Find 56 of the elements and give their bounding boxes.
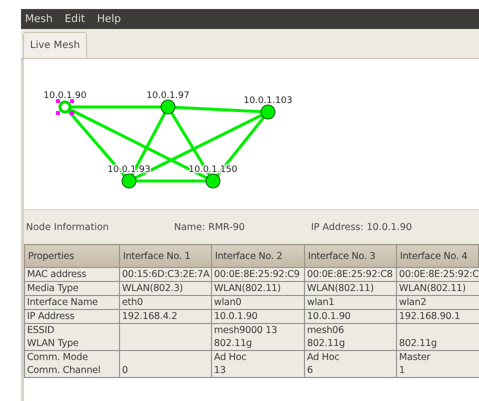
table-cell: 6 [304,364,396,378]
column-header[interactable]: Properties [24,244,120,268]
table-cell: WLAN(802.3) [120,282,212,296]
table-cell: Ad Hoc [304,350,396,364]
table-cell: 00:15:6D:C3:2E:7A [120,268,212,282]
node-name: Name: RMR-90 [173,222,246,232]
table-cell: Master [396,350,478,364]
table-cell: Media Type [24,282,120,296]
table-cell: wlan2 [396,296,478,310]
column-header[interactable]: Interface No. 2 [212,244,304,268]
table-cell: 10.0.1.90 [304,310,396,324]
tab[interactable]: Live Mesh [23,32,87,58]
node-ip-address: IP Address: 10.0.1.90 [310,222,413,232]
table-cell: Comm. Mode [24,350,120,364]
table-cell: IP Address [24,310,120,324]
menu-item[interactable]: Help [97,13,121,25]
network-node[interactable] [160,100,176,114]
table-cell: mesh06 [304,324,396,337]
table-cell: MAC address [24,268,120,282]
table-cell: WLAN(802.11) [212,282,304,296]
table-cell: 192.168.90.1 [396,310,478,324]
table-cell: 0 [120,364,212,378]
network-node[interactable] [56,99,74,115]
node-label: 10.0.1.90 [44,91,86,101]
table-cell: 13 [212,364,304,378]
table-cell: eth0 [120,296,212,310]
table-cell: 00:0E:8E:25:92:C8 [304,268,396,282]
menu-item[interactable]: Mesh [25,13,53,25]
table-cell: mesh9000 13 [212,324,304,337]
section-title: Node Information [25,222,110,232]
network-node[interactable] [206,174,220,188]
column-header[interactable]: Interface No. 1 [120,244,212,268]
table-cell: Interface Name [24,296,120,310]
table-cell: 00:0E:8E:25:92:C [396,268,478,282]
table-cell: wlan1 [304,296,396,310]
table-cell: 1 [396,364,478,378]
table-cell: 802.11g [304,337,396,350]
table-cell: 802.11g [212,337,304,350]
table-cell: ESSID [24,324,120,337]
table-cell: WLAN(802.11) [396,282,478,296]
table-cell: 00:0E:8E:25:92:C9 [212,268,304,282]
column-header[interactable]: Interface No. 4 [396,244,478,268]
network-node[interactable] [260,104,276,120]
menu-item[interactable]: Edit [64,13,85,25]
column-header[interactable]: Interface No. 3 [304,244,396,268]
table-cell: WLAN(802.11) [304,282,396,296]
table-cell: 10.0.1.90 [212,310,304,324]
table-cell: wlan0 [212,296,304,310]
table-cell: Ad Hoc [212,350,304,364]
node-label: 10.0.1.103 [244,96,292,106]
table-cell: Comm. Channel [24,364,120,378]
table-cell: WLAN Type [24,337,120,350]
network-node[interactable] [122,174,136,188]
table-cell: 802.11g [396,337,478,350]
table-cell: 192.168.4.2 [120,310,212,324]
node-label: 10.0.1.97 [146,91,190,101]
